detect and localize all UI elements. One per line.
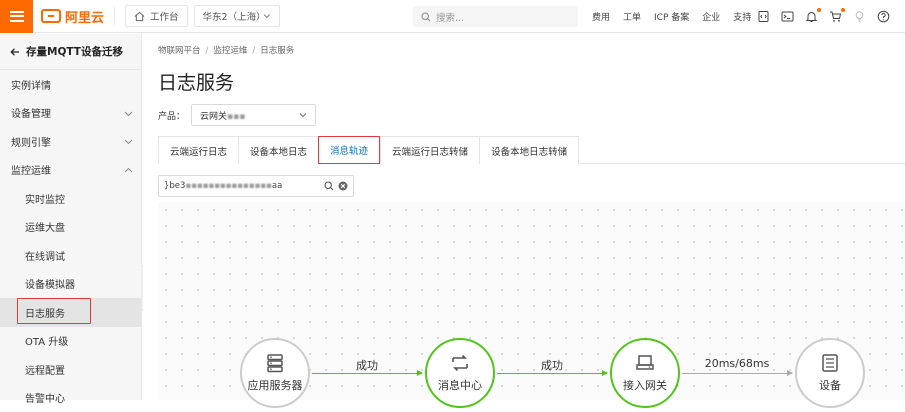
edge-label-2: 成功	[497, 357, 607, 373]
breadcrumb: 物联网平台/监控运维/日志服务	[158, 44, 294, 56]
sidebar-item-remote-config[interactable]: 远程配置	[0, 355, 141, 384]
tab-device-local-log[interactable]: 设备本地日志	[238, 136, 318, 164]
link-enterprise[interactable]: 企业	[702, 10, 720, 23]
node-message-center[interactable]: 消息中心	[425, 338, 495, 408]
sidebar-item-instance-details[interactable]: 实例详情	[0, 70, 141, 99]
edge-message-center-to-gateway	[497, 373, 607, 374]
node-device[interactable]: 设备	[795, 338, 865, 408]
page-title: 日志服务	[158, 68, 234, 95]
sidebar-item-log-service[interactable]: 日志服务	[0, 298, 141, 327]
main-content: 物联网平台/监控运维/日志服务 日志服务 产品： 云网关▪▪▪ 云端运行日志 设…	[143, 34, 905, 400]
help-icon[interactable]	[877, 10, 890, 23]
tab-cloud-run-log[interactable]: 云端运行日志	[158, 136, 238, 164]
tab-device-log-dump[interactable]: 设备本地日志转储	[479, 136, 579, 164]
global-search-input[interactable]: 搜索...	[413, 6, 578, 27]
cart-dot	[841, 8, 845, 12]
message-id-search-input[interactable]: }be3▪▪▪▪▪▪▪▪▪▪▪▪▪▪▪aa	[158, 175, 354, 197]
breadcrumb-monitoring[interactable]: 监控运维	[213, 46, 247, 56]
breadcrumb-log-service: 日志服务	[260, 46, 294, 56]
lightbulb-icon[interactable]	[853, 10, 866, 23]
product-select[interactable]: 云网关▪▪▪	[191, 104, 316, 126]
back-to-instance-button[interactable]: 存量MQTT设备迁移	[0, 34, 141, 70]
top-icon-group	[757, 0, 901, 33]
log-tabs: 云端运行日志 设备本地日志 消息轨迹 云端运行日志转储 设备本地日志转储	[158, 136, 905, 164]
sidebar-item-ops-dashboard[interactable]: 运维大盘	[0, 213, 141, 242]
tab-cloud-log-dump[interactable]: 云端运行日志转储	[380, 136, 479, 164]
node-app-server[interactable]: 应用服务器	[240, 338, 310, 408]
aliyun-logo-icon	[41, 9, 61, 23]
sidebar-item-ota[interactable]: OTA 升级	[0, 327, 141, 356]
chevron-down-icon	[124, 109, 133, 118]
home-icon	[134, 11, 145, 22]
edge-label-1: 成功	[312, 357, 422, 373]
top-links: 费用 工单 ICP 备案 企业 支持	[592, 0, 764, 33]
edge-gateway-to-device	[682, 373, 792, 374]
clear-icon[interactable]	[338, 181, 348, 191]
topbar-divider	[114, 7, 115, 25]
sidebar-item-device-simulator[interactable]: 设备模拟器	[0, 270, 141, 299]
terminal-icon[interactable]	[781, 10, 794, 23]
link-support[interactable]: 支持	[733, 10, 751, 23]
chevron-up-icon	[124, 166, 133, 175]
edge-label-3: 20ms/68ms	[682, 357, 792, 370]
link-billing[interactable]: 费用	[592, 10, 610, 23]
node-access-gateway[interactable]: 接入网关	[610, 338, 680, 408]
workbench-button[interactable]: 工作台	[125, 5, 188, 27]
notification-dot	[817, 8, 821, 12]
link-icp[interactable]: ICP 备案	[654, 10, 689, 23]
chevron-down-icon	[124, 137, 133, 146]
link-tickets[interactable]: 工单	[623, 10, 641, 23]
tab-message-trace[interactable]: 消息轨迹	[318, 136, 380, 164]
highlight-box	[17, 298, 91, 324]
aliyun-logo[interactable]: 阿里云	[41, 7, 104, 26]
sidebar-item-device-management[interactable]: 设备管理	[0, 99, 141, 128]
message-center-icon	[450, 353, 470, 373]
search-icon[interactable]	[324, 181, 334, 191]
search-icon	[421, 12, 431, 22]
chevron-down-icon	[263, 12, 271, 20]
sidebar-item-rule-engine[interactable]: 规则引擎	[0, 127, 141, 156]
server-icon	[265, 353, 285, 373]
sidebar: 存量MQTT设备迁移 实例详情 设备管理 规则引擎 监控运维 实时监控 运维大盘…	[0, 34, 142, 400]
sidebar-item-realtime-monitor[interactable]: 实时监控	[0, 184, 141, 213]
notification-bell-icon[interactable]	[805, 10, 818, 23]
hamburger-icon	[10, 11, 24, 22]
region-selector[interactable]: 华东2（上海）	[194, 5, 280, 27]
message-trace-canvas: 应用服务器 成功 消息中心 成功 接入网关 20ms/68ms 设备	[158, 202, 905, 400]
hamburger-menu-button[interactable]	[0, 0, 33, 33]
code-icon[interactable]	[757, 10, 770, 23]
sidebar-item-online-debug[interactable]: 在线调试	[0, 241, 141, 270]
chevron-down-icon	[299, 111, 307, 119]
product-filter-row: 产品： 云网关▪▪▪	[158, 104, 316, 126]
breadcrumb-iot-platform[interactable]: 物联网平台	[158, 46, 201, 56]
edge-app-to-message-center	[312, 373, 422, 374]
arrow-left-icon	[10, 47, 20, 57]
cart-icon[interactable]	[829, 10, 842, 23]
device-icon	[820, 353, 840, 373]
sidebar-item-monitoring[interactable]: 监控运维	[0, 156, 141, 185]
top-navigation-bar: 阿里云 工作台 华东2（上海） 搜索... 费用 工单 ICP 备案 企业 支持	[0, 0, 905, 33]
sidebar-item-alarm-center[interactable]: 告警中心	[0, 384, 141, 412]
gateway-icon	[635, 353, 655, 373]
